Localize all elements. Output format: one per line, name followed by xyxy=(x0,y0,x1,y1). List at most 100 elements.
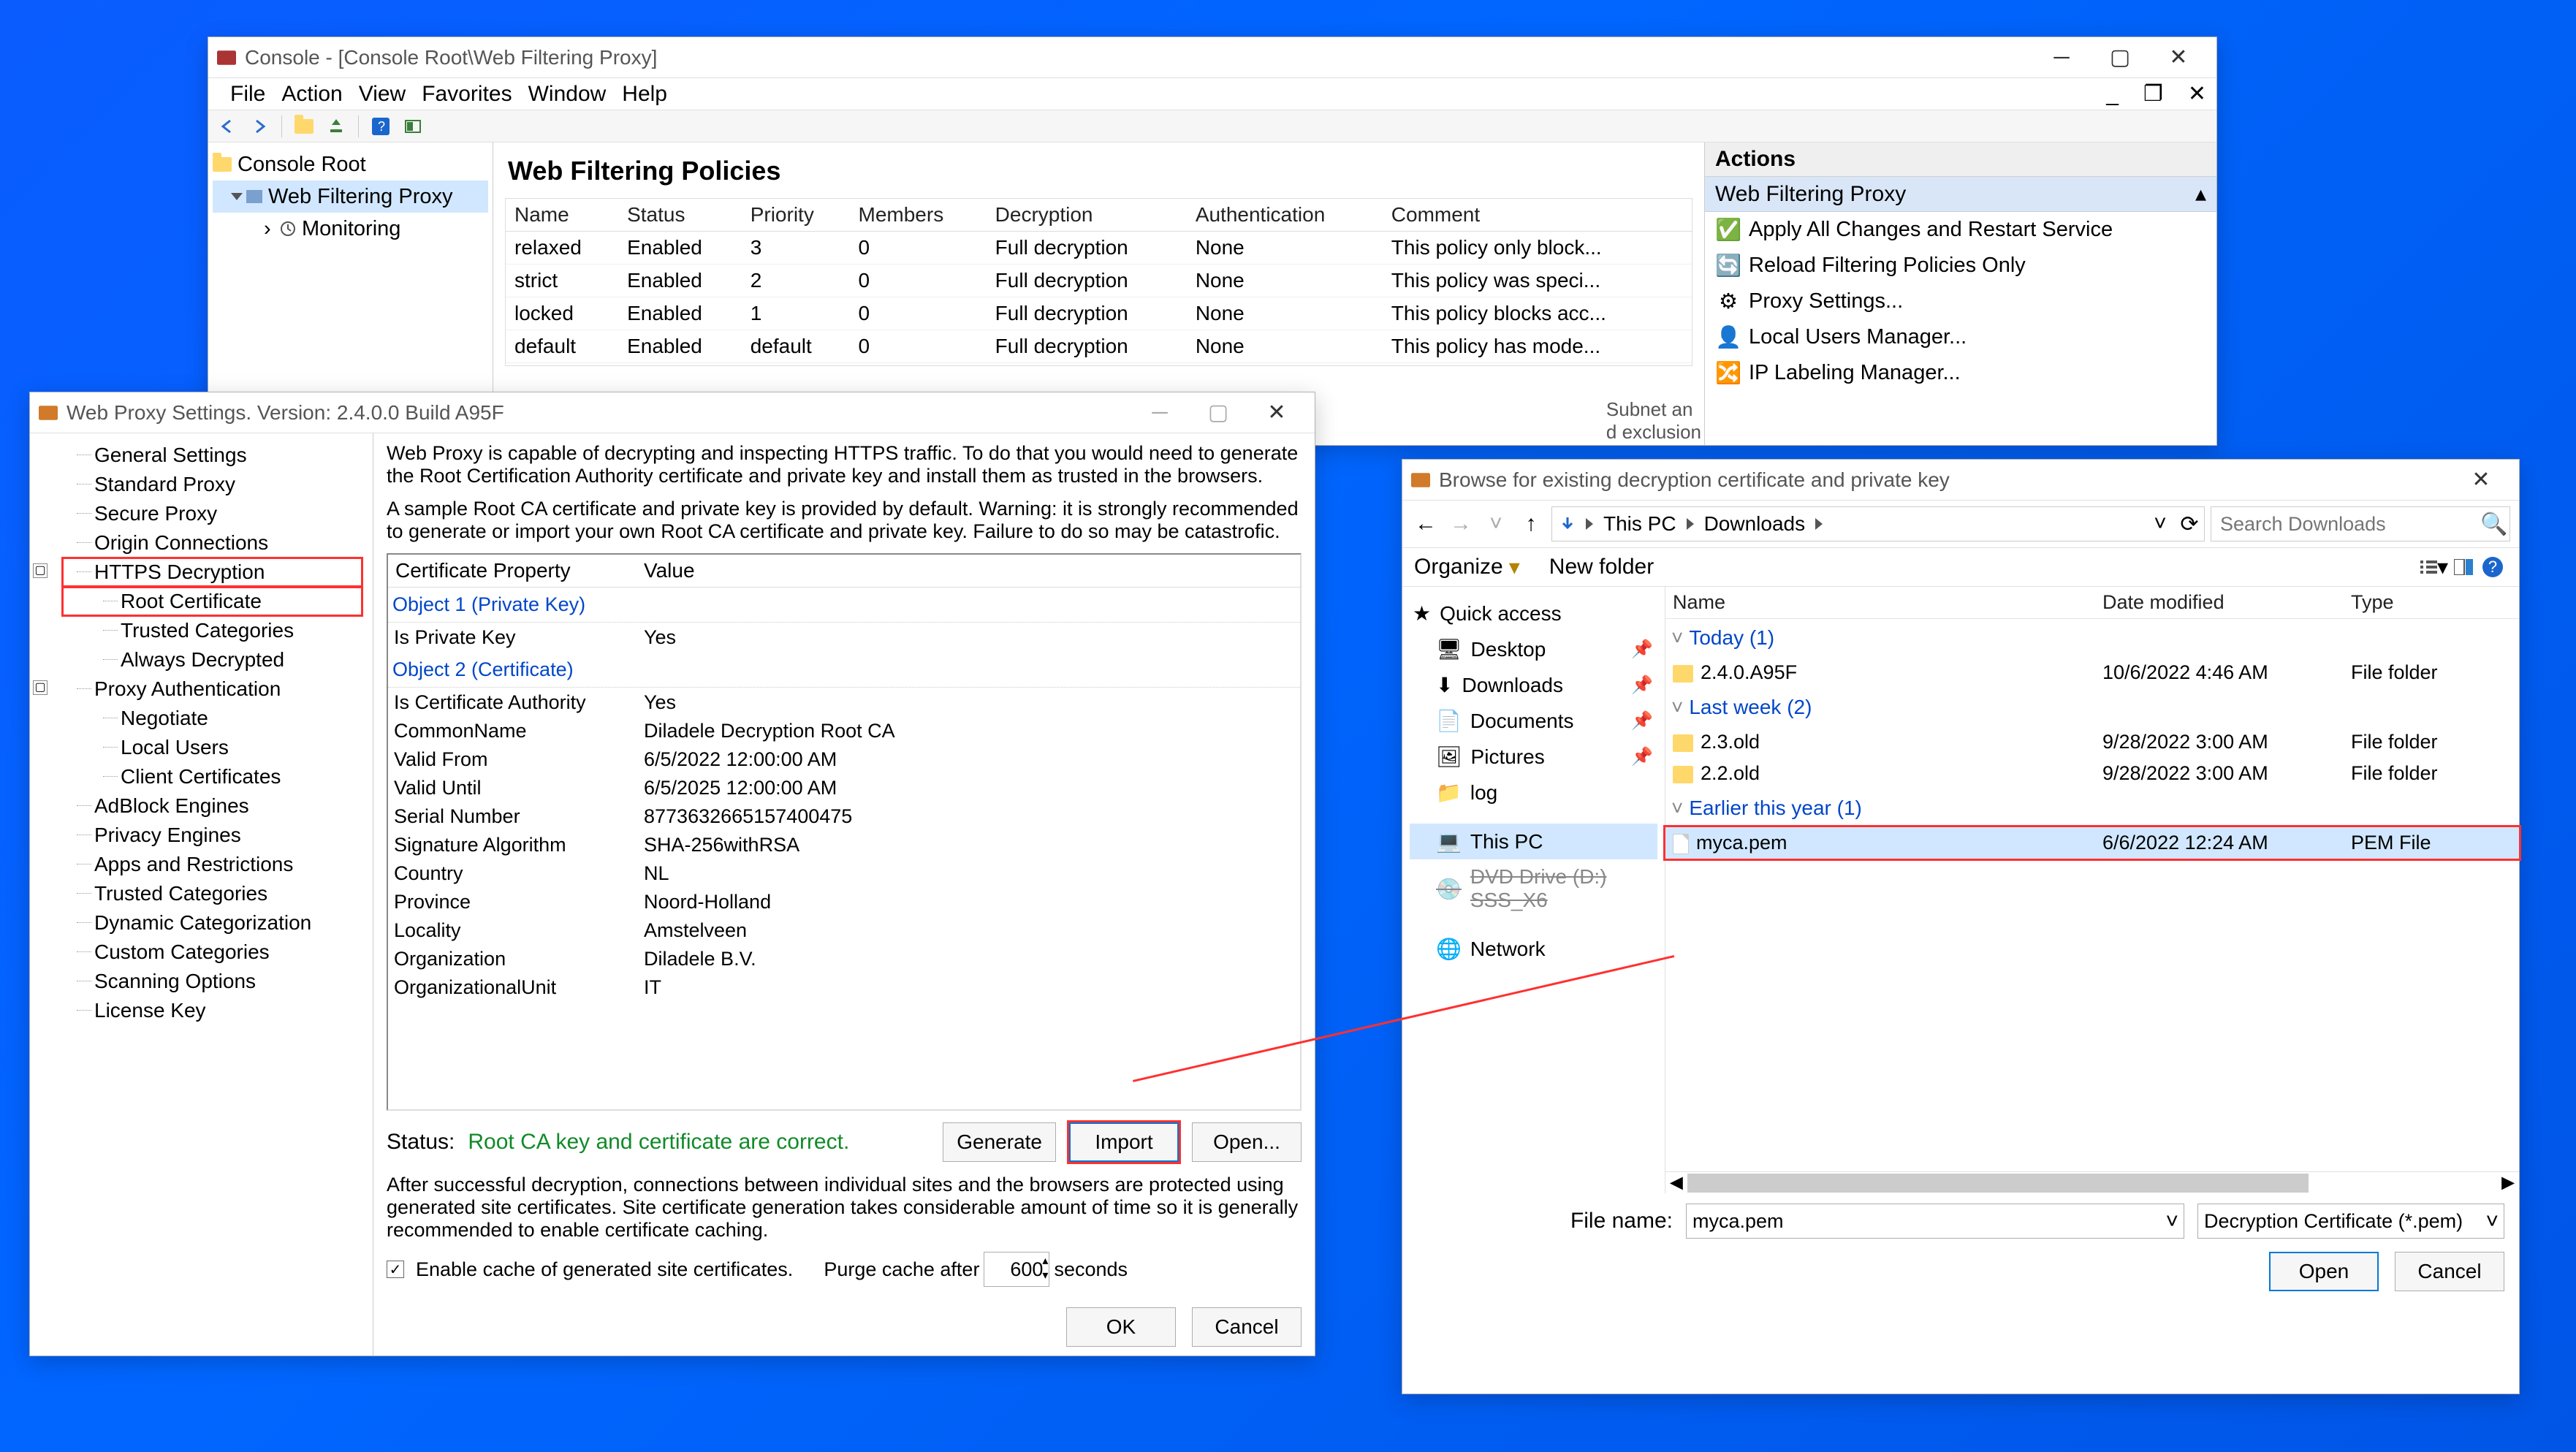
tree-collapse-icon[interactable]: ▢ xyxy=(33,563,48,578)
col-type[interactable]: Type xyxy=(2351,591,2512,614)
crumb-dropdown[interactable]: ˅ xyxy=(2146,511,2175,537)
settings-tree-item[interactable]: License Key xyxy=(62,996,362,1025)
policies-table[interactable]: NameStatusPriority MembersDecryptionAuth… xyxy=(506,199,1692,363)
actions-item[interactable]: ⚙Proxy Settings... xyxy=(1705,284,2216,319)
nav-item[interactable]: 📁log xyxy=(1410,775,1657,810)
file-group-header[interactable]: ˅ Last week (2) xyxy=(1665,688,2519,726)
crumb-downloads-icon[interactable] xyxy=(1552,513,1583,535)
hscroll-thumb[interactable] xyxy=(1687,1174,2309,1193)
open-file-button[interactable]: Open xyxy=(2269,1252,2379,1291)
settings-tree-item[interactable]: General Settings xyxy=(62,441,362,470)
settings-tree-item[interactable]: Negotiate xyxy=(62,704,362,733)
file-group-header[interactable]: ˅ Today (1) xyxy=(1665,619,2519,657)
hscroll-left[interactable]: ◄ xyxy=(1665,1171,1687,1196)
child-restore[interactable]: ❐ xyxy=(2139,78,2167,110)
settings-tree-item[interactable]: Origin Connections xyxy=(62,528,362,558)
actions-subheader[interactable]: Web Filtering Proxy▴ xyxy=(1705,177,2216,212)
generate-button[interactable]: Generate xyxy=(943,1122,1056,1162)
settings-tree-item[interactable]: Apps and Restrictions xyxy=(62,850,362,879)
export-button[interactable] xyxy=(322,113,351,140)
nav-item[interactable]: 🌐Network xyxy=(1410,931,1657,967)
settings-tree-item[interactable]: Custom Categories xyxy=(62,938,362,967)
actions-item[interactable]: 🔄Reload Filtering Policies Only xyxy=(1705,248,2216,284)
crumb-this-pc[interactable]: This PC xyxy=(1596,509,1684,539)
filter-select[interactable]: Decryption Certificate (*.pem) xyxy=(2197,1204,2504,1239)
help-button[interactable]: ? xyxy=(366,113,395,140)
menu-help[interactable]: Help xyxy=(622,82,667,107)
close-button[interactable]: ✕ xyxy=(2149,41,2208,75)
nav-back[interactable]: ← xyxy=(1411,511,1440,537)
nav-item[interactable]: ⬇Downloads📌 xyxy=(1410,667,1657,703)
browse-cancel-button[interactable]: Cancel xyxy=(2395,1252,2504,1291)
settings-tree-item[interactable]: Local Users xyxy=(62,733,362,762)
filename-dropdown-icon[interactable]: ˅ xyxy=(2165,1209,2178,1234)
nav-item[interactable]: 📄Documents📌 xyxy=(1410,703,1657,739)
settings-tree-item[interactable]: Dynamic Categorization xyxy=(62,908,362,938)
new-folder-button[interactable]: New folder xyxy=(1549,555,1654,579)
settings-tree-item[interactable]: Trusted Categories xyxy=(62,879,362,908)
cancel-button[interactable]: Cancel xyxy=(1192,1307,1302,1347)
col-value[interactable]: Value xyxy=(644,559,695,582)
file-row[interactable]: 2.2.old9/28/2022 3:00 AMFile folder xyxy=(1665,758,2519,789)
settings-titlebar[interactable]: Web Proxy Settings. Version: 2.4.0.0 Bui… xyxy=(30,392,1315,433)
forward-button[interactable] xyxy=(245,113,274,140)
settings-tree-item[interactable]: Always Decrypted xyxy=(62,645,362,674)
nav-item[interactable]: 🖼Pictures📌 xyxy=(1410,739,1657,775)
crumb-downloads[interactable]: Downloads xyxy=(1697,509,1813,539)
policy-row[interactable]: strictEnabled20Full decryptionNoneThis p… xyxy=(506,265,1692,297)
purge-value-input[interactable] xyxy=(984,1252,1049,1287)
up-folder-button[interactable] xyxy=(289,113,319,140)
menu-window[interactable]: Window xyxy=(528,82,607,107)
search-input[interactable] xyxy=(2219,512,2480,536)
nav-up[interactable]: ↑ xyxy=(1516,511,1546,537)
filename-input[interactable] xyxy=(1686,1204,2184,1239)
browse-titlebar[interactable]: Browse for existing decryption certifica… xyxy=(1402,460,2519,501)
browse-help-button[interactable]: ? xyxy=(2478,554,2507,580)
file-group-header[interactable]: ˅ Earlier this year (1) xyxy=(1665,789,2519,827)
browse-close-button[interactable]: ✕ xyxy=(2452,463,2510,497)
maximize-button[interactable]: ▢ xyxy=(2091,41,2149,75)
menu-file[interactable]: File xyxy=(230,82,265,107)
actions-item[interactable]: ✅Apply All Changes and Restart Service xyxy=(1705,212,2216,248)
settings-close[interactable]: ✕ xyxy=(1247,396,1306,430)
tree-console-root[interactable]: Console Root xyxy=(213,148,488,180)
settings-tree-item[interactable]: Privacy Engines xyxy=(62,821,362,850)
hscroll-right[interactable]: ► xyxy=(2497,1171,2519,1196)
preview-pane-button[interactable] xyxy=(2449,554,2478,580)
nav-item[interactable]: 💿DVD Drive (D:) SSS_X6 xyxy=(1410,859,1657,918)
refresh-button[interactable]: ⟳ xyxy=(2175,511,2204,537)
actions-item[interactable]: 👤Local Users Manager... xyxy=(1705,319,2216,355)
minimize-button[interactable]: ─ xyxy=(2032,41,2091,75)
menu-view[interactable]: View xyxy=(359,82,406,107)
collapse-icon[interactable]: ▴ xyxy=(2195,181,2206,207)
settings-tree-item[interactable]: Secure Proxy xyxy=(62,499,362,528)
import-button[interactable]: Import xyxy=(1069,1122,1179,1162)
filter-dropdown-icon[interactable]: ˅ xyxy=(2485,1209,2499,1234)
nav-item[interactable]: 🖥Desktop📌 xyxy=(1410,631,1657,667)
settings-tree-group[interactable]: ▢Proxy Authentication xyxy=(62,674,362,704)
file-row[interactable]: 2.3.old9/28/2022 3:00 AMFile folder xyxy=(1665,726,2519,758)
child-minimize[interactable]: _ xyxy=(2102,78,2123,110)
settings-tree-item[interactable]: Trusted Categories xyxy=(62,616,362,645)
search-icon[interactable]: 🔍 xyxy=(2480,512,2507,537)
cache-checkbox[interactable]: ✓ xyxy=(387,1261,404,1278)
tree-web-filtering-proxy[interactable]: Web Filtering Proxy xyxy=(213,180,488,213)
show-hide-button[interactable] xyxy=(398,113,428,140)
col-cert-property[interactable]: Certificate Property xyxy=(395,559,644,582)
open-button[interactable]: Open... xyxy=(1192,1122,1302,1162)
back-button[interactable] xyxy=(213,113,242,140)
tree-monitoring[interactable]: ›Monitoring xyxy=(213,213,488,245)
actions-item[interactable]: 🔀IP Labeling Manager... xyxy=(1705,355,2216,391)
file-row[interactable]: 2.4.0.A95F10/6/2022 4:46 AMFile folder xyxy=(1665,657,2519,688)
view-mode-button[interactable]: ▾ xyxy=(2420,554,2449,580)
col-name[interactable]: Name xyxy=(1673,591,2102,614)
organize-menu[interactable]: Organize ▾ xyxy=(1414,555,1520,580)
nav-item[interactable]: ★Quick access xyxy=(1410,596,1657,631)
tree-collapse-icon[interactable]: ▢ xyxy=(33,680,48,695)
policy-row[interactable]: relaxedEnabled30Full decryptionNoneThis … xyxy=(506,232,1692,265)
policy-row[interactable]: defaultEnableddefault0Full decryptionNon… xyxy=(506,330,1692,363)
menu-action[interactable]: Action xyxy=(281,82,342,107)
settings-tree-item[interactable]: Root Certificate xyxy=(62,587,362,616)
settings-tree-item[interactable]: Client Certificates xyxy=(62,762,362,791)
file-row[interactable]: myca.pem6/6/2022 12:24 AMPEM File xyxy=(1665,827,2519,859)
